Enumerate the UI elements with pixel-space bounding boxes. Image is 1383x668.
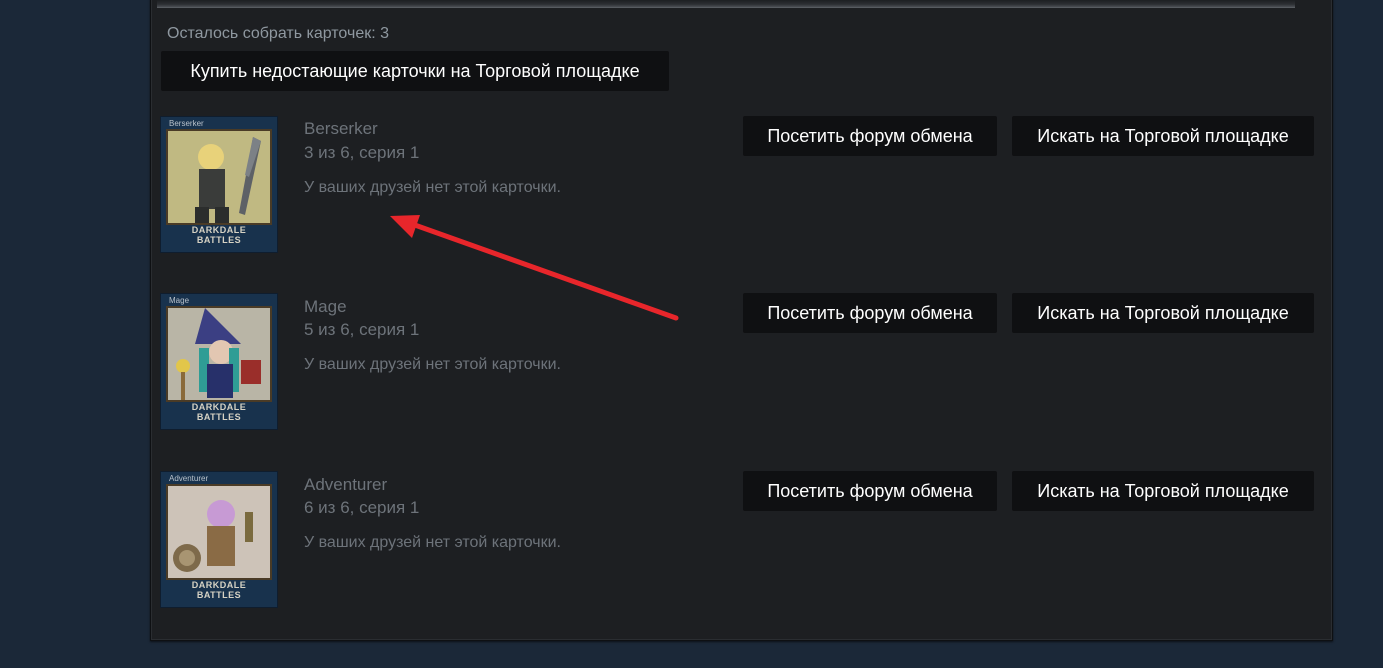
annotation-arrow-icon — [390, 215, 679, 321]
